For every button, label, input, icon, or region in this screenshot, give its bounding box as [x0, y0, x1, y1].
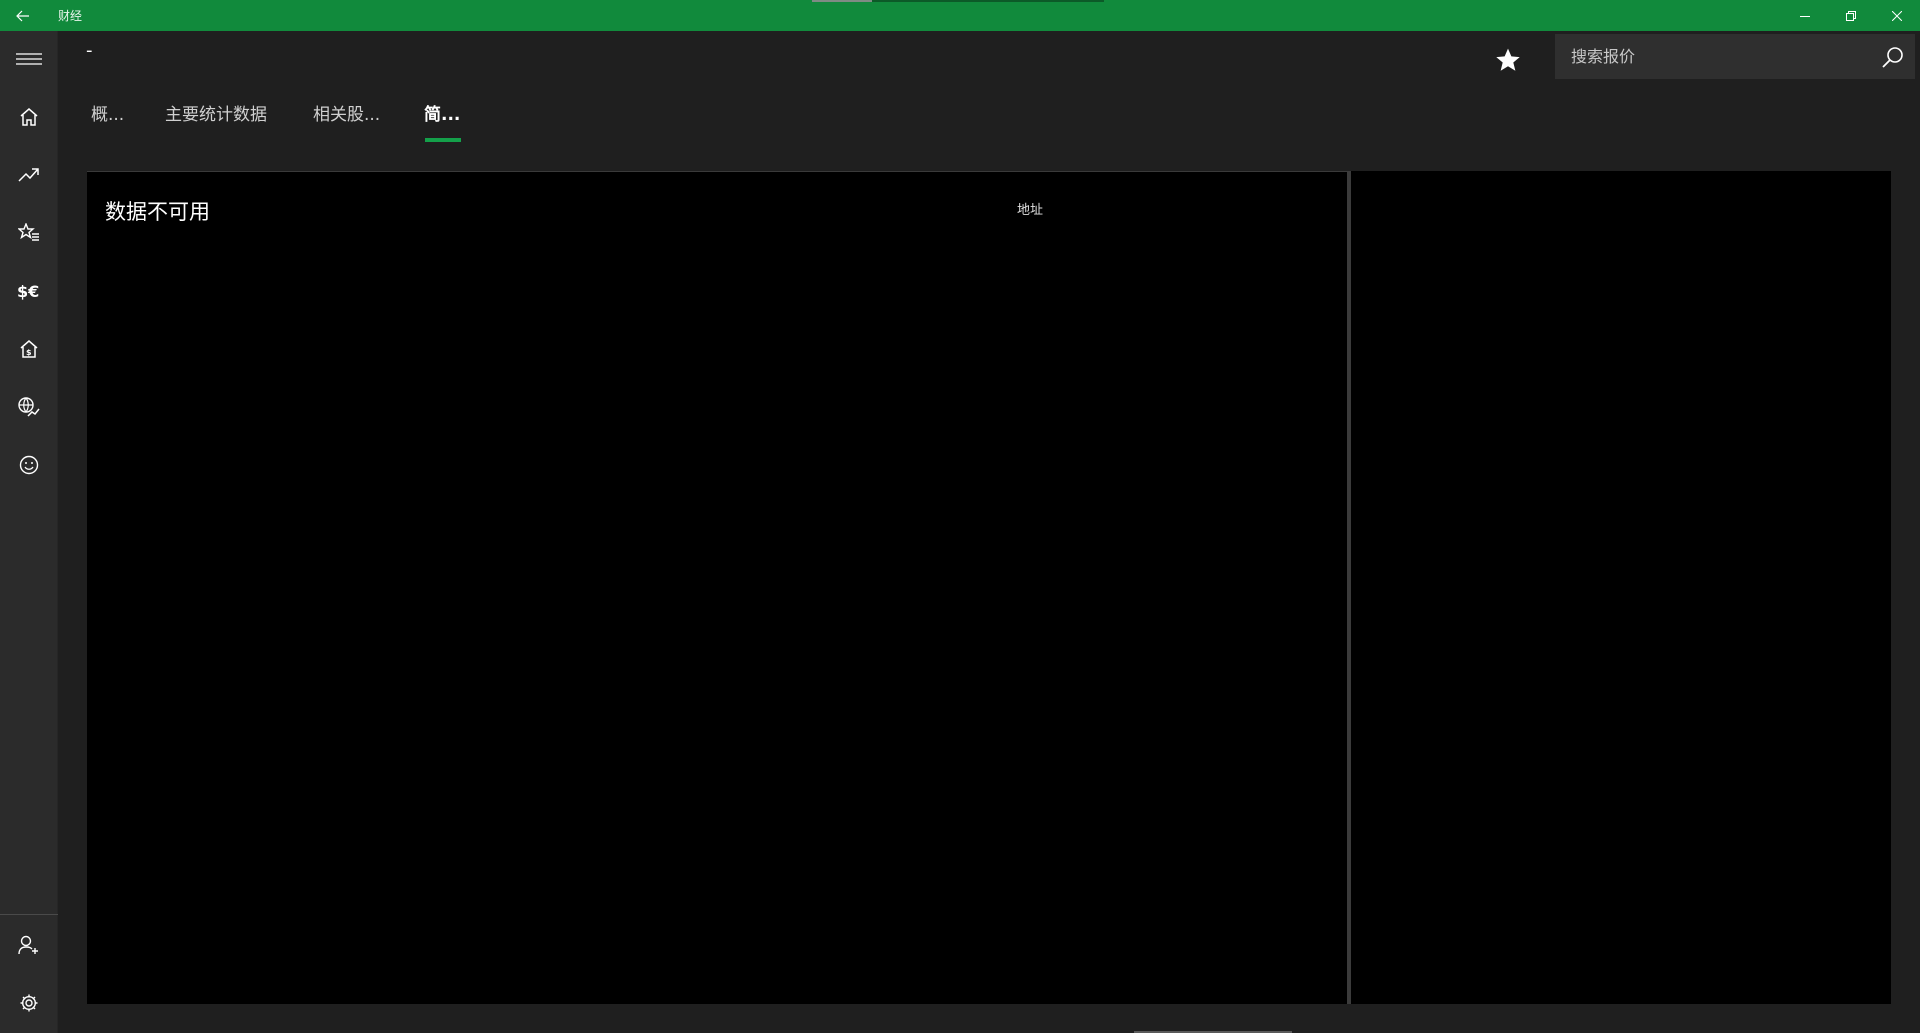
- star-icon: [1496, 48, 1520, 71]
- close-button[interactable]: [1874, 0, 1920, 31]
- loading-progress-bar: [812, 0, 1104, 2]
- side-panel: [1351, 171, 1891, 1004]
- nav-item-currencies[interactable]: $€: [0, 267, 58, 315]
- nav-item-watchlist[interactable]: [0, 209, 58, 257]
- home-icon: [20, 108, 38, 126]
- minimize-icon: [1800, 15, 1810, 17]
- mortgage-home-icon: $: [20, 340, 38, 358]
- favorite-button[interactable]: [1492, 44, 1524, 76]
- world-markets-icon: [18, 397, 40, 417]
- search-input[interactable]: [1555, 34, 1871, 79]
- nav-item-home[interactable]: [0, 93, 58, 141]
- tab-overview[interactable]: 概...: [91, 100, 124, 146]
- add-person-icon: [18, 935, 38, 955]
- restore-icon: [1846, 10, 1856, 21]
- nav-item-settings[interactable]: [0, 979, 58, 1027]
- title-bar: 财经: [0, 0, 1920, 31]
- nav-item-account[interactable]: [0, 921, 58, 969]
- hamburger-icon: [16, 53, 42, 65]
- search-icon: [1882, 46, 1903, 68]
- active-tab-indicator: [425, 138, 461, 142]
- back-button[interactable]: [0, 0, 46, 31]
- currency-icon: $€: [17, 282, 39, 301]
- search-box: [1555, 34, 1915, 79]
- restore-button[interactable]: [1828, 0, 1874, 31]
- tab-related-stocks[interactable]: 相关股...: [313, 100, 380, 146]
- nav-divider: [0, 914, 58, 915]
- back-arrow-icon: [16, 10, 29, 21]
- app-title: 财经: [58, 9, 83, 23]
- tab-key-statistics[interactable]: 主要统计数据: [165, 100, 267, 146]
- trending-up-icon: [18, 168, 39, 182]
- smiley-icon: [19, 455, 39, 475]
- left-nav: $€ $: [0, 31, 58, 1033]
- nav-item-markets[interactable]: [0, 151, 58, 199]
- nav-item-mortgage[interactable]: $: [0, 325, 58, 373]
- no-data-message: 数据不可用: [105, 200, 210, 224]
- settings-gear-icon: [20, 994, 38, 1012]
- close-icon: [1892, 10, 1902, 21]
- address-label: 地址: [1017, 203, 1044, 218]
- watchlist-star-icon: [18, 223, 39, 241]
- stock-name: -: [86, 40, 93, 61]
- minimize-button[interactable]: [1782, 0, 1828, 31]
- svg-text:$€: $€: [17, 282, 39, 301]
- search-button[interactable]: [1871, 34, 1915, 79]
- nav-item-feedback[interactable]: [0, 441, 58, 489]
- profile-panel: 数据不可用 地址: [87, 171, 1347, 1004]
- svg-text:$: $: [26, 348, 32, 357]
- nav-menu-button[interactable]: [0, 35, 58, 83]
- nav-item-world-markets[interactable]: [0, 383, 58, 431]
